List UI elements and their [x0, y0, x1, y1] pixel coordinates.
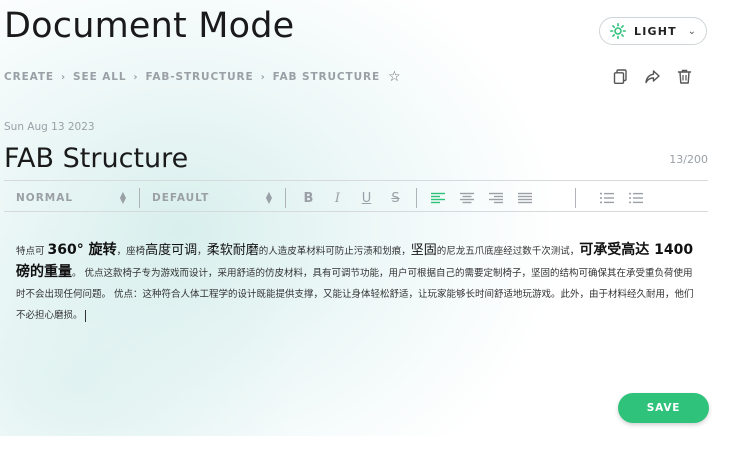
breadcrumb-fab-structure-folder[interactable]: FAB-STRUCTURE [145, 71, 253, 83]
style-select[interactable]: NORMAL ▲ ▼ [4, 188, 139, 208]
chevron-right-icon: › [133, 71, 139, 83]
text-caret [84, 309, 86, 322]
text-segment: 特点可 [16, 246, 48, 257]
select-arrows-icon: ▲ ▼ [119, 190, 127, 205]
underline-button[interactable]: U [352, 191, 381, 206]
toolbar-divider [575, 188, 576, 208]
align-right-icon [488, 192, 503, 204]
share-icon[interactable] [644, 68, 661, 85]
text-segment: 的人造皮革材料可防止污渍和划痕， [258, 246, 411, 257]
style-select-value: NORMAL [16, 192, 74, 204]
document-title[interactable]: FAB Structure [4, 142, 188, 176]
ordered-list-icon [599, 192, 614, 204]
trash-icon[interactable] [676, 68, 693, 85]
text-segment-bold: 360° 旋转 [47, 242, 117, 258]
chevron-right-icon: › [61, 71, 67, 83]
document-actions [612, 68, 693, 85]
italic-button[interactable]: I [323, 191, 352, 206]
chevron-down-icon: ⌄ [687, 25, 696, 37]
align-center-icon [459, 192, 474, 204]
text-segment: 。 优点这款椅子专为游戏而设计，采用舒适的仿皮材料，具有可调节功能，用户可根据自… [16, 268, 694, 321]
toolbar-divider [285, 188, 286, 208]
align-left-button[interactable] [423, 191, 452, 205]
bold-button[interactable]: B [294, 191, 323, 206]
theme-select[interactable]: LIGHT ⌄ [599, 17, 707, 45]
align-left-icon [430, 192, 445, 204]
document-date: Sun Aug 13 2023 [4, 121, 95, 133]
text-segment-large: 高度可调 [145, 243, 198, 258]
align-justify-button[interactable] [510, 191, 539, 205]
breadcrumb-current: FAB STRUCTURE [272, 71, 381, 83]
align-center-button[interactable] [452, 191, 481, 205]
save-button[interactable]: SAVE [618, 393, 709, 423]
breadcrumb: CREATE › SEE ALL › FAB-STRUCTURE › FAB S… [4, 68, 402, 86]
font-select-value: DEFAULT [152, 192, 210, 204]
editor-toolbar: NORMAL ▲ ▼ DEFAULT ▲ ▼ B I U S [4, 185, 708, 212]
star-icon[interactable]: ☆ [388, 69, 401, 85]
theme-label: LIGHT [634, 24, 677, 38]
select-arrows-icon: ▲ ▼ [265, 190, 273, 205]
align-right-button[interactable] [481, 191, 510, 205]
text-segment: ， [197, 246, 207, 257]
toolbar-divider [416, 188, 417, 208]
text-segment: 的尼龙五爪底座经过数千次测试， [436, 246, 580, 257]
text-segment-large: 坚固 [410, 243, 437, 258]
text-segment-large: 柔软耐磨 [206, 243, 259, 258]
bullet-list-icon [628, 192, 643, 204]
strikethrough-button[interactable]: S [381, 191, 410, 206]
breadcrumb-see-all[interactable]: SEE ALL [73, 71, 126, 83]
ordered-list-button[interactable] [592, 191, 621, 205]
breadcrumb-create[interactable]: CREATE [4, 71, 54, 83]
copy-icon[interactable] [612, 68, 629, 85]
title-row: FAB Structure 13/200 [4, 140, 708, 181]
text-segment: ，座椅 [116, 246, 146, 257]
align-justify-icon [517, 192, 532, 204]
font-select[interactable]: DEFAULT ▲ ▼ [140, 188, 285, 208]
chevron-right-icon: › [260, 71, 266, 83]
editor-content[interactable]: 特点可 360° 旋转，座椅高度可调，柔软耐磨的人造皮革材料可防止污渍和划痕，坚… [16, 240, 696, 326]
character-counter: 13/200 [669, 153, 708, 166]
page-title: Document Mode [4, 6, 295, 46]
bullet-list-button[interactable] [621, 191, 650, 205]
sun-icon [610, 23, 626, 39]
